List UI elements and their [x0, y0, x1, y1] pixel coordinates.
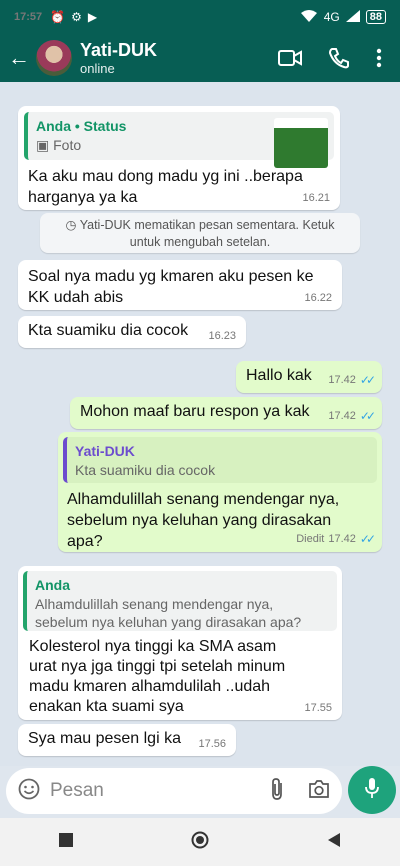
message-outgoing[interactable]: Mohon maaf baru respon ya kak 17.42 ✓✓ — [70, 397, 382, 429]
signal-icon — [345, 9, 360, 25]
system-notice[interactable]: ◷ Yati-DUK mematikan pesan sementara. Ke… — [40, 213, 360, 253]
microphone-icon — [364, 777, 380, 804]
message-incoming[interactable]: Anda • Status ▣ Foto Ka aku mau dong mad… — [18, 106, 340, 210]
message-outgoing[interactable]: Hallo kak 17.42 ✓✓ — [236, 361, 382, 393]
message-text: Sya mau pesen lgi ka — [28, 730, 181, 747]
contact-status: online — [80, 61, 115, 76]
message-text: Hallo kak — [246, 367, 312, 384]
photo-icon: ▣ — [36, 137, 54, 153]
message-text: Kta suamiku dia cocok — [28, 322, 189, 339]
message-time: 17.55 — [304, 702, 332, 714]
quoted-message[interactable]: Anda Alhamdulillah senang mendengar nya,… — [23, 571, 337, 631]
wifi-icon — [300, 9, 318, 26]
message-text: Ka aku mau dong madu yg ini ..berapa har… — [28, 168, 303, 206]
chat-area[interactable]: Anda • Status ▣ Foto Ka aku mau dong mad… — [0, 82, 400, 766]
message-time: 16.23 — [208, 330, 236, 342]
emoji-icon[interactable] — [18, 778, 40, 805]
quote-author: Yati-DUK — [75, 443, 135, 459]
mic-button[interactable] — [348, 766, 396, 814]
message-time: 16.21 — [302, 192, 330, 204]
message-incoming[interactable]: Soal nya madu yg kmaren aku pesen ke KK … — [18, 260, 342, 310]
system-notice-text: Yati-DUK mematikan pesan sementara. Ketu… — [79, 218, 335, 249]
attachment-icon[interactable] — [270, 777, 284, 806]
message-time: 17.42 — [328, 533, 356, 545]
clock: 17:57 — [14, 11, 43, 23]
message-time: 16.22 — [304, 292, 332, 304]
status-thumbnail — [274, 118, 328, 168]
message-time: 17.56 — [198, 738, 226, 750]
home-icon[interactable] — [191, 831, 209, 854]
recent-apps-icon[interactable] — [59, 832, 73, 852]
message-text: Kolesterol nya tinggi ka SMA asam urat n… — [29, 638, 286, 715]
message-text: Mohon maaf baru respon ya kak — [80, 403, 310, 420]
message-incoming[interactable]: Anda Alhamdulillah senang mendengar nya,… — [18, 566, 342, 720]
status-bar: 17:57 ⏰ ⚙ ▶ 4G 88 — [0, 0, 400, 34]
read-receipt-icon: ✓✓ — [359, 532, 376, 546]
quote-text: Foto — [53, 137, 82, 153]
chat-header: ← Yati-DUK online — [0, 34, 400, 82]
message-text: Soal nya madu yg kmaren aku pesen ke KK … — [28, 268, 314, 306]
quote-text: Kta suamiku dia cocok — [75, 462, 216, 478]
message-outgoing[interactable]: Yati-DUK Kta suamiku dia cocok Alhamduli… — [58, 432, 382, 552]
read-receipt-icon: ✓✓ — [359, 373, 376, 387]
quoted-status[interactable]: Anda • Status ▣ Foto — [24, 112, 334, 168]
message-incoming[interactable]: Sya mau pesen lgi ka 17.56 — [18, 724, 236, 756]
edited-label: Diedit — [296, 533, 325, 545]
back-arrow-icon[interactable]: ← — [4, 45, 34, 71]
more-options-icon[interactable] — [376, 48, 382, 68]
alarm-icon: ⏰ — [50, 10, 66, 24]
camera-icon[interactable] — [308, 779, 330, 803]
read-receipt-icon: ✓✓ — [359, 409, 376, 423]
settings-icon: ⚙ — [71, 10, 82, 24]
back-icon[interactable] — [327, 832, 341, 853]
contact-name[interactable]: Yati-DUK — [80, 40, 157, 61]
message-composer[interactable]: Pesan — [6, 768, 342, 814]
play-icon: ▶ — [87, 10, 98, 24]
phone-call-icon[interactable] — [328, 47, 350, 69]
timer-icon: ◷ — [65, 218, 80, 232]
video-call-icon[interactable] — [278, 49, 302, 67]
status-icons: ⏰ ⚙ ▶ — [50, 10, 97, 24]
network-type: 4G — [323, 10, 340, 24]
quote-text: Alhamdulillah senang mendengar nya, sebe… — [35, 596, 302, 630]
avatar[interactable] — [36, 40, 72, 76]
message-incoming[interactable]: Kta suamiku dia cocok 16.23 — [18, 316, 246, 348]
battery-level: 88 — [365, 10, 386, 24]
quoted-message[interactable]: Yati-DUK Kta suamiku dia cocok — [63, 437, 377, 483]
system-navigation-bar — [0, 818, 400, 866]
quote-author: Anda — [35, 577, 70, 593]
message-time: 17.42 — [328, 374, 356, 386]
message-input[interactable]: Pesan — [50, 780, 104, 802]
message-time: 17.42 — [328, 410, 356, 422]
